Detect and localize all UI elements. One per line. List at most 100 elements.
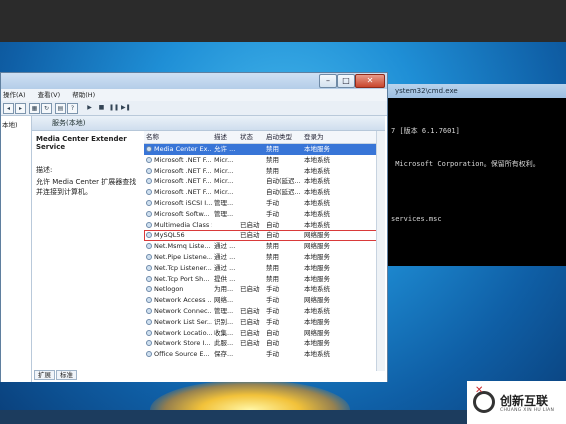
service-log-on-as: 网络服务: [304, 295, 342, 306]
service-log-on-as: 网络服务: [304, 241, 342, 252]
service-gear-icon: [146, 275, 152, 282]
tree-item-services-local[interactable]: 本地): [1, 116, 31, 132]
service-startup-type: 手动: [266, 209, 302, 220]
service-gear-icon: [146, 232, 152, 239]
menu-help[interactable]: 帮助(H): [72, 91, 95, 99]
cell-text: 本地系统: [304, 285, 330, 294]
cell-text: 网络服务: [304, 242, 330, 251]
table-row[interactable]: Network Connec... 管理... 已启动 手动 本地系统: [144, 306, 380, 317]
cell-text: 网络...: [214, 296, 234, 305]
cell-text: Microsoft .NET F...: [154, 166, 212, 175]
table-row[interactable]: Network Store I... 此服... 已启动 自动 本地服务: [144, 338, 380, 349]
cell-text: 已启动: [240, 220, 260, 229]
refresh-icon[interactable]: ↻: [41, 103, 52, 114]
table-row[interactable]: Microsoft .NET F... Micr... 禁用 本地系统: [144, 155, 380, 166]
service-name: Microsoft .NET F...: [146, 155, 212, 166]
table-row[interactable]: Netlogon 为用... 已启动 手动 本地系统: [144, 284, 380, 295]
cell-text: 本地系统: [304, 350, 330, 359]
table-row[interactable]: Microsoft .NET F... Micr... 禁用 本地系统: [144, 166, 380, 177]
table-row[interactable]: Microsoft .NET F... Micr... 自动(延迟... 本地系统: [144, 176, 380, 187]
service-startup-type: 自动: [266, 328, 302, 339]
cmd-line: services.msc: [391, 215, 442, 223]
cell-text: 已启动: [240, 317, 260, 326]
menu-action[interactable]: 操作(A): [3, 91, 26, 99]
cell-text: Microsoft Softw...: [154, 209, 210, 218]
start-icon[interactable]: ▶: [85, 103, 94, 112]
service-description: Micr...: [214, 176, 238, 187]
cell-text: Microsoft .NET F...: [154, 177, 212, 186]
window-titlebar[interactable]: – □ ✕: [1, 73, 387, 89]
table-row-mysql56[interactable]: MySQL56 已启动 自动 网络服务: [144, 230, 380, 242]
cell-text: 管理...: [214, 198, 234, 207]
services-window[interactable]: – □ ✕ 操作(A) 查看(V) 帮助(H) ◂ ▸ ▦ ↻ ▤ ? ▶ ■ …: [0, 72, 388, 382]
cell-text: Multimedia Class Scheduler: [154, 220, 212, 229]
service-gear-icon: [146, 146, 152, 152]
forward-icon[interactable]: ▸: [15, 103, 26, 114]
service-startup-type: 手动: [266, 317, 302, 328]
restart-icon[interactable]: ▶❚: [121, 103, 131, 112]
service-description: 管理...: [214, 306, 238, 317]
close-button[interactable]: ✕: [355, 74, 385, 88]
column-status[interactable]: 状态: [240, 131, 264, 143]
service-name: Net.Tcp Port Sh...: [146, 274, 212, 285]
vertical-scrollbar[interactable]: [376, 131, 385, 371]
service-gear-icon: [146, 318, 152, 325]
table-row[interactable]: Net.Pipe Listene... 通过 ... 禁用 本地服务: [144, 252, 380, 263]
maximize-button[interactable]: □: [337, 74, 355, 88]
view-tabs: 扩展 标准: [34, 369, 78, 380]
minimize-button[interactable]: –: [319, 74, 337, 88]
table-row[interactable]: Office Source E... 保存... 手动 本地系统: [144, 349, 380, 360]
service-startup-type: 自动: [266, 220, 302, 231]
cell-text: 本地系统: [304, 220, 330, 229]
cell-text: 自动(延迟...: [266, 188, 301, 197]
column-name[interactable]: 名称: [146, 131, 212, 143]
service-status: 已启动: [240, 284, 264, 295]
cell-text: 禁用: [266, 252, 279, 261]
service-startup-type: 禁用: [266, 263, 302, 274]
table-row[interactable]: Microsoft Softw... 管理... 手动 本地系统: [144, 209, 380, 220]
cell-text: 已启动: [240, 328, 260, 337]
service-gear-icon: [146, 297, 152, 304]
stop-icon[interactable]: ■: [97, 103, 106, 112]
service-gear-icon: [146, 329, 152, 336]
back-icon[interactable]: ◂: [3, 103, 14, 114]
column-description[interactable]: 描述: [214, 131, 238, 143]
table-row[interactable]: Microsoft iSCSI I... 管理... 手动 本地系统: [144, 198, 380, 209]
column-log-on-as[interactable]: 登录为: [304, 131, 342, 143]
cell-text: 网络服务: [304, 328, 330, 337]
table-row[interactable]: Network Access ... 网络... 手动 网络服务: [144, 295, 380, 306]
table-row[interactable]: Net.Tcp Listener... 通过 ... 禁用 本地服务: [144, 263, 380, 274]
table-row[interactable]: Multimedia Class Scheduler 已启动自动 本地系统: [144, 220, 380, 231]
properties-icon[interactable]: ▤: [55, 103, 66, 114]
service-name: Microsoft .NET F...: [146, 166, 212, 177]
service-startup-type: 手动: [266, 306, 302, 317]
cell-text: Microsoft .NET F...: [154, 188, 212, 197]
logo-name: 创新互联: [500, 394, 549, 408]
cell-text: 管理...: [214, 306, 234, 315]
menu-view[interactable]: 查看(V): [38, 91, 61, 99]
table-row[interactable]: Net.Tcp Port Sh... 提供 ... 禁用 本地服务: [144, 274, 380, 285]
table-row[interactable]: Media Center Ex... 允许 ... 禁用 本地服务: [144, 144, 380, 155]
tab-standard[interactable]: 标准: [56, 370, 77, 380]
cmd-window[interactable]: ystem32\cmd.exe 7 [版本 6.1.7601] Microsof…: [386, 84, 566, 266]
cell-text: 网络服务: [304, 296, 330, 305]
service-status: 已启动: [240, 328, 264, 339]
service-description: 管理...: [214, 209, 238, 220]
table-row[interactable]: Net.Msmq Liste... 通过 ... 禁用 网络服务: [144, 241, 380, 252]
cell-text: 此服...: [214, 339, 234, 348]
table-row[interactable]: Network Locatio... 收集... 已启动 自动 网络服务: [144, 328, 380, 339]
cell-text: Net.Tcp Port Sh...: [154, 274, 210, 283]
column-startup-type[interactable]: 启动类型: [266, 131, 302, 143]
service-log-on-as: 本地系统: [304, 176, 342, 187]
services-pane: 服务(本地) Media Center Extender Service 描述:…: [32, 116, 387, 382]
table-row[interactable]: Network List Ser... 识别... 已启动 手动 本地服务: [144, 317, 380, 328]
service-name: Network Store I...: [146, 338, 212, 349]
console-tree-icon[interactable]: ▦: [29, 103, 40, 114]
pause-icon[interactable]: ❚❚: [109, 103, 119, 112]
help-icon[interactable]: ?: [67, 103, 78, 114]
service-log-on-as: 本地服务: [304, 263, 342, 274]
table-row[interactable]: Microsoft .NET F... Micr... 自动(延迟... 本地系统: [144, 187, 380, 198]
tab-extended[interactable]: 扩展: [34, 370, 55, 380]
service-log-on-as: 网络服务: [304, 328, 342, 339]
service-startup-type: 手动: [266, 284, 302, 295]
